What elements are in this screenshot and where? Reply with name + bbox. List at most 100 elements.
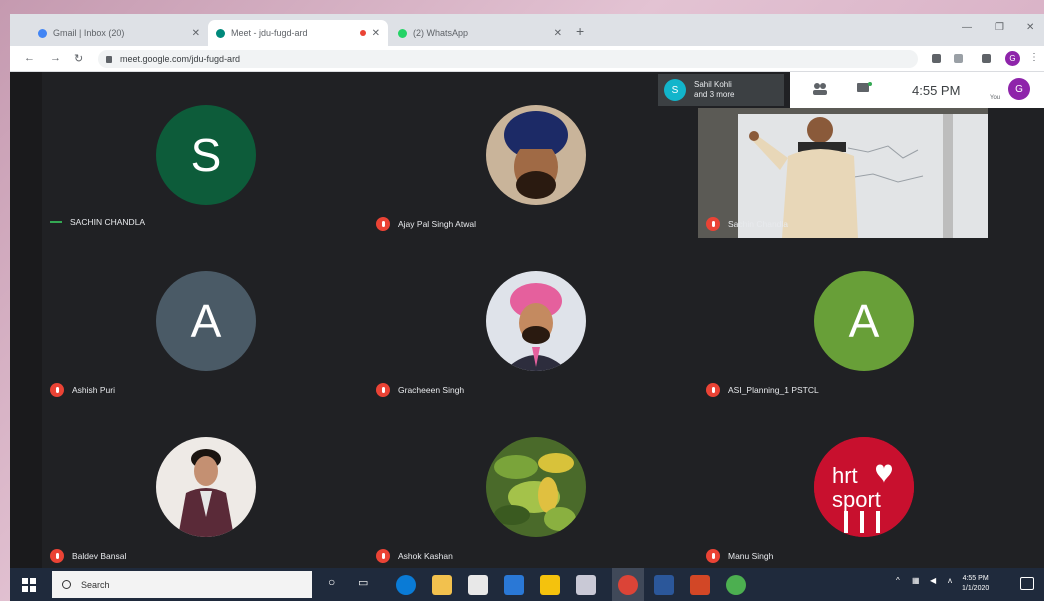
participant-nameplate: Manu Singh — [706, 549, 773, 563]
close-icon[interactable]: ✕ — [192, 28, 200, 39]
chat-icon[interactable] — [856, 82, 872, 96]
participant-name: Ashok Kashan — [398, 551, 453, 561]
extensions-icon[interactable] — [982, 54, 991, 63]
task-view-icon[interactable]: ▭ — [358, 576, 368, 589]
taskbar-time: 4:55 PM — [962, 575, 989, 582]
taskbar-date: 1/1/2020 — [962, 585, 990, 592]
participant-nameplate: Ashish Puri — [50, 383, 115, 397]
profile-avatar[interactable]: G — [1005, 51, 1020, 66]
meet-icon — [216, 28, 225, 38]
reload-icon[interactable]: ↻ — [74, 52, 83, 65]
tab-meet[interactable]: Meet - jdu-fugd-ard ✕ — [208, 20, 388, 46]
speaking-indicator-icon — [50, 221, 62, 223]
taskbar-clock[interactable]: 4:55 PM 1/1/2020 — [962, 574, 989, 594]
participant-avatar: A — [814, 271, 914, 371]
tray-chevron-icon[interactable]: ^ — [896, 576, 900, 585]
windows-start-icon[interactable] — [22, 578, 36, 592]
participant-nameplate: Sachin Chandla — [706, 217, 788, 231]
sticky-notes-icon[interactable] — [540, 575, 560, 595]
tab-label: (2) WhatsApp — [413, 28, 469, 38]
participant-nameplate: Baldev Bansal — [50, 549, 126, 563]
browser-menu-icon[interactable]: ⋮ — [1029, 52, 1039, 63]
participant-photo — [156, 437, 256, 537]
svg-text:sport: sport — [832, 487, 881, 512]
joined-notice[interactable]: S Sahil Kohli and 3 more — [658, 74, 784, 106]
self-avatar[interactable]: G — [1008, 78, 1030, 100]
self-label: You — [990, 95, 1001, 101]
participant-name: SACHIN CHANDLA — [70, 217, 146, 227]
camera-icon[interactable] — [932, 54, 941, 63]
tab-label: Meet - jdu-fugd-ard — [231, 28, 308, 38]
pink-turban-photo — [486, 271, 586, 371]
nature-photo — [486, 437, 586, 537]
mic-off-icon — [376, 217, 390, 231]
young-man-photo — [156, 437, 256, 537]
side-panel — [10, 72, 42, 568]
cortana-icon[interactable]: ○ — [328, 575, 335, 589]
mic-off-icon — [50, 383, 64, 397]
mic-off-icon — [50, 549, 64, 563]
participant-name: Ashish Puri — [72, 385, 115, 395]
participant-name: ASI_Planning_1 PSTCL — [728, 385, 819, 395]
participant-name: Gracheeen Singh — [398, 385, 465, 395]
store-icon[interactable] — [468, 575, 488, 595]
window-close-icon[interactable]: ✕ — [1026, 22, 1034, 33]
mic-off-icon — [376, 383, 390, 397]
forward-icon[interactable]: → — [50, 52, 61, 64]
chrome-icon[interactable] — [618, 575, 638, 595]
meet-grid: S SACHIN CHANDLA Ajay Pal Singh Atwal Sa… — [10, 72, 1044, 568]
participants-icon[interactable] — [812, 82, 828, 96]
new-tab-button[interactable]: + — [576, 23, 584, 39]
participant-nameplate: ASI_Planning_1 PSTCL — [706, 383, 819, 397]
edge-icon[interactable] — [396, 575, 416, 595]
powerpoint-icon[interactable] — [690, 575, 710, 595]
tab-gmail[interactable]: Gmail | Inbox (20) ✕ — [30, 20, 208, 46]
address-bar[interactable]: meet.google.com/jdu-fugd-ard — [98, 50, 918, 68]
svg-text:hrt: hrt — [832, 463, 858, 488]
participant-avatar: A — [156, 271, 256, 371]
volume-icon[interactable]: ◀ — [930, 576, 936, 585]
tab-label: Gmail | Inbox (20) — [53, 28, 125, 38]
meeting-clock: 4:55 PM — [912, 83, 961, 98]
participant-name: Ajay Pal Singh Atwal — [398, 219, 476, 229]
screen: Gmail | Inbox (20) ✕ Meet - jdu-fugd-ard… — [10, 14, 1044, 601]
mail-icon[interactable] — [504, 575, 524, 595]
search-icon — [62, 580, 71, 589]
language-icon[interactable]: ʌ — [948, 576, 952, 585]
file-explorer-icon[interactable] — [432, 575, 452, 595]
recording-indicator-icon — [359, 30, 366, 36]
participant-nameplate: Ajay Pal Singh Atwal — [376, 217, 476, 231]
whatsapp-icon — [398, 28, 407, 38]
participant-photo — [486, 105, 586, 205]
joined-name: Sahil Kohli — [694, 80, 732, 89]
joined-avatar: S — [664, 79, 686, 101]
close-icon[interactable]: ✕ — [554, 28, 562, 39]
close-icon[interactable]: ✕ — [372, 28, 380, 39]
network-icon[interactable]: ▦ — [912, 576, 920, 585]
word-icon[interactable] — [654, 575, 674, 595]
minimize-icon[interactable]: — — [962, 22, 972, 33]
meet-controls-bar: 4:55 PM You G — [790, 72, 1044, 108]
mic-off-icon — [706, 217, 720, 231]
photos-icon[interactable] — [576, 575, 596, 595]
participant-avatar: S — [156, 105, 256, 205]
turban-man-photo — [486, 105, 586, 205]
tab-whatsapp[interactable]: (2) WhatsApp ✕ — [390, 20, 570, 46]
participant-photo: hrt sport — [814, 437, 914, 537]
meet-topbar: S Sahil Kohli and 3 more 4:55 PM You G — [658, 72, 1044, 108]
hrt-sport-logo: hrt sport — [814, 437, 914, 537]
participant-name: Baldev Bansal — [72, 551, 127, 561]
taskbar-search[interactable]: Search — [52, 571, 312, 598]
participant-name: Sachin Chandla — [728, 219, 789, 229]
maximize-icon[interactable]: ❐ — [995, 22, 1004, 33]
back-icon[interactable]: ← — [24, 52, 35, 64]
notifications-icon[interactable] — [1020, 577, 1034, 590]
participant-photo — [486, 437, 586, 537]
star-icon[interactable] — [954, 54, 963, 63]
app-icon[interactable] — [726, 575, 746, 595]
participant-photo — [486, 271, 586, 371]
participant-nameplate: SACHIN CHANDLA — [50, 217, 145, 227]
joined-more: and 3 more — [694, 90, 735, 99]
mic-off-icon — [706, 549, 720, 563]
browser-tabstrip: Gmail | Inbox (20) ✕ Meet - jdu-fugd-ard… — [10, 14, 1044, 46]
